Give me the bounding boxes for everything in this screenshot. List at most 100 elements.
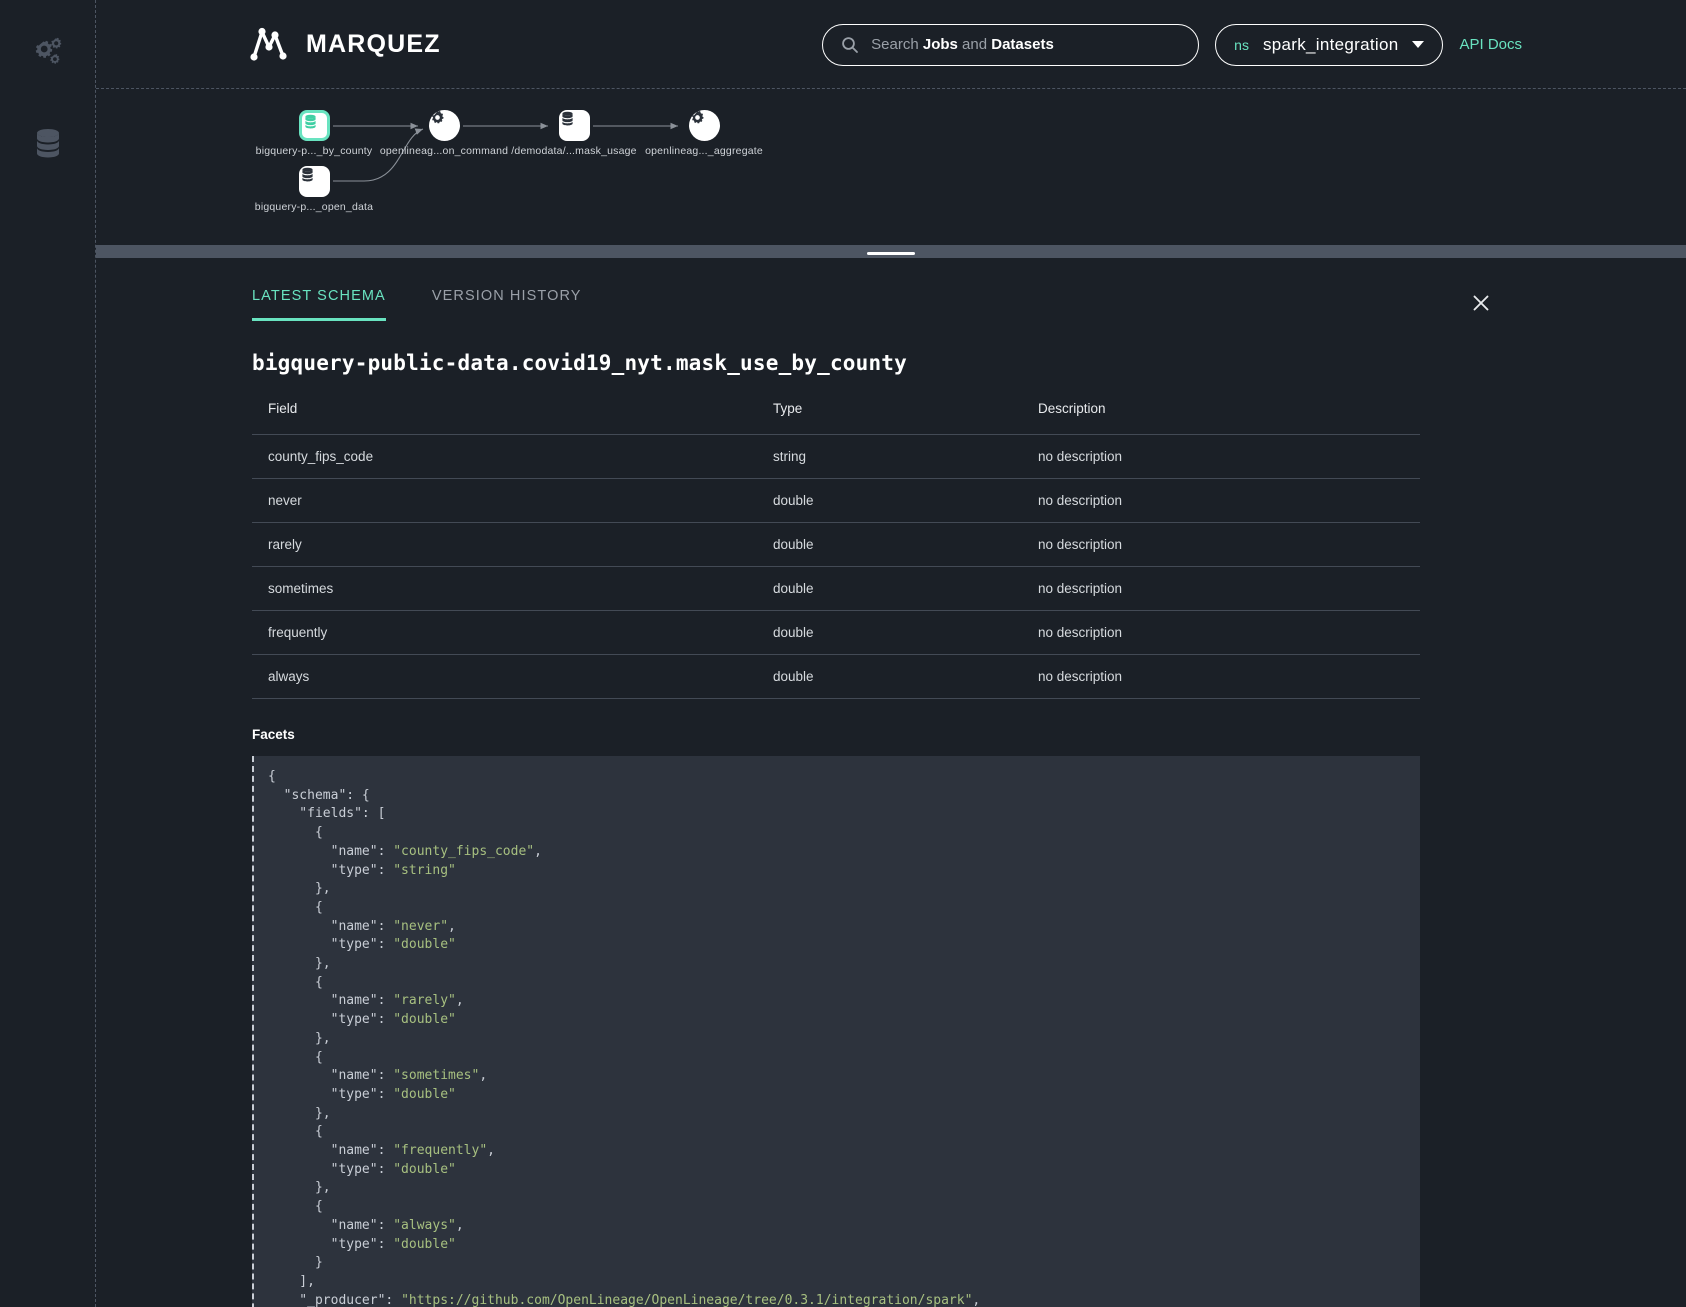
code-line: "type": "double" [268,937,456,953]
marquez-app: MARQUEZ Search Jobs and Datasets ns spar… [0,0,1686,1307]
marquez-logo-icon [250,27,287,61]
cell-description: no description [1022,434,1420,479]
code-line: { [268,1049,323,1065]
code-line: "type": "string" [268,862,456,878]
code-line: "name": "county_fips_code", [268,843,542,859]
cog-icon [432,110,444,124]
dataset-title: bigquery-public-data.covid19_nyt.mask_us… [252,351,907,375]
cell-field: sometimes [252,566,757,611]
cell-field: always [252,654,757,699]
database-icon [305,114,316,129]
code-line: "name": "never", [268,918,456,934]
code-line: ], [268,1273,315,1289]
cell-type: double [757,478,1022,523]
table-row: never double no description [252,478,1420,523]
sidebar-item-jobs[interactable] [20,24,76,80]
code-line: { [268,1124,323,1140]
code-line: "schema": { [268,787,370,803]
lineage-node-job[interactable] [689,110,720,141]
facets-json-block: { "schema": { "fields": [ { "name": "cou… [252,756,1420,1307]
lineage-node-dataset[interactable] [299,166,330,197]
tab-latest-schema[interactable]: LATEST SCHEMA [252,288,386,321]
database-icon [302,167,313,182]
cell-type: double [757,522,1022,567]
cell-type: double [757,610,1022,655]
search-icon [842,36,859,53]
sidebar-item-datasets[interactable] [20,114,76,170]
header-actions: Search Jobs and Datasets ns spark_integr… [822,0,1686,89]
lineage-node-job[interactable] [429,110,460,141]
cell-description: no description [1022,522,1420,567]
table-row: sometimes double no description [252,566,1420,611]
namespace-value: spark_integration [1262,34,1399,54]
chevron-down-icon [1412,41,1425,48]
code-line: } [268,1255,323,1271]
column-header-type: Type [757,401,1022,435]
lineage-node-dataset-selected[interactable] [299,110,330,141]
schema-table: Field Type Description county_fips_code s… [252,401,1420,699]
drawer-content: LATEST SCHEMA VERSION HISTORY bigquery-p… [96,258,1522,1307]
database-icon [562,111,573,126]
code-line: { [268,1199,323,1215]
lineage-node-label: bigquery-p..._by_county [255,145,373,157]
namespace-tag: ns [1234,36,1249,53]
code-line: { [268,974,323,990]
brand-home-link[interactable]: MARQUEZ [246,23,441,65]
dataset-detail-drawer: LATEST SCHEMA VERSION HISTORY bigquery-p… [96,258,1686,1307]
code-line: }, [268,956,331,972]
lineage-node-label: bigquery-p..._open_data [254,201,374,213]
code-line: { [268,899,323,915]
schema-table-body: county_fips_code string no description neve… [252,434,1420,699]
cell-description: no description [1022,478,1420,523]
schema-table-head: Field Type Description [252,401,1420,435]
api-docs-link[interactable]: API Docs [1459,36,1522,53]
code-line: "type": "double" [268,1161,456,1177]
drawer-tabs: LATEST SCHEMA VERSION HISTORY [252,258,1522,321]
cell-field: frequently [252,610,757,655]
table-row: always double no description [252,654,1420,699]
code-line: "name": "always", [268,1217,464,1233]
facets-label: Facets [252,727,295,742]
brand-name: MARQUEZ [306,29,441,58]
cell-field: rarely [252,522,757,567]
column-header-description: Description [1022,401,1420,435]
search-input[interactable]: Search Jobs and Datasets [822,23,1200,66]
lineage-node-dataset[interactable] [559,110,590,141]
lineage-node-label: openlineag..._aggregate [645,145,763,157]
code-line: { [268,825,323,841]
lineage-graph[interactable]: bigquery-p..._by_county openlineag...on_… [96,89,1686,245]
code-line: }, [268,1030,331,1046]
main-column: MARQUEZ Search Jobs and Datasets ns spar… [96,0,1686,1307]
code-line: "type": "double" [268,1012,456,1028]
cell-type: double [757,654,1022,699]
tab-version-history[interactable]: VERSION HISTORY [432,288,582,321]
lineage-node-label: openlineag...on_command [379,145,509,157]
code-line: "name": "rarely", [268,993,464,1009]
code-line: { [268,769,276,784]
code-line: "type": "double" [268,1086,456,1102]
cell-type: string [757,434,1022,479]
drawer-resize-handle[interactable] [867,252,915,255]
code-line: "fields": [ [268,806,386,822]
cell-type: double [757,566,1022,611]
column-header-field: Field [252,401,757,435]
close-drawer-button[interactable] [1466,288,1496,318]
search-placeholder: Search Jobs and Datasets [871,36,1054,53]
lineage-edges [333,122,678,182]
namespace-selector[interactable]: ns spark_integration [1215,23,1444,66]
cell-description: no description [1022,610,1420,655]
database-icon [36,129,59,158]
cell-description: no description [1022,654,1420,699]
sidebar [0,0,96,1307]
app-header: MARQUEZ Search Jobs and Datasets ns spar… [96,0,1686,89]
drawer-resize-bar[interactable] [96,245,1686,258]
lineage-node-label: /demodata/...mask_usage [511,145,637,157]
code-line: "type": "double" [268,1236,456,1252]
cell-field: never [252,478,757,523]
table-row: rarely double no description [252,522,1420,567]
code-line: "_producer": "https://github.com/OpenLin… [268,1292,981,1307]
table-row: county_fips_code string no description [252,434,1420,479]
code-line: "name": "sometimes", [268,1068,488,1084]
cell-field: county_fips_code [252,434,757,479]
code-line: }, [268,1180,331,1196]
